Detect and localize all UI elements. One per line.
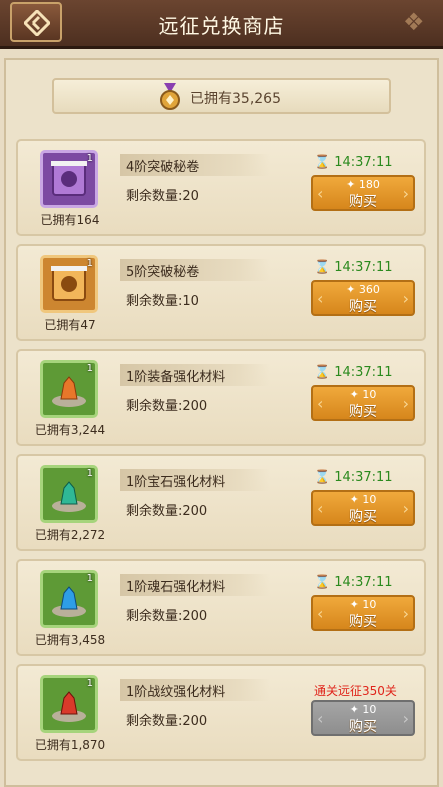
item-name: 4阶突破秘卷 xyxy=(126,160,200,175)
unlock-requirement: 通关远征350关 xyxy=(314,684,397,698)
buy-label: 购买 xyxy=(349,719,377,735)
hourglass-icon: ⌛ xyxy=(314,260,331,275)
item-remaining: 剩余数量:200 xyxy=(126,714,208,729)
item-icon-slot[interactable]: 1 xyxy=(40,360,98,418)
purple-scroll-icon xyxy=(51,161,87,196)
buy-button[interactable]: ‹ › ✦ 10 购买 xyxy=(311,595,415,631)
hourglass-icon: ⌛ xyxy=(314,470,331,485)
buy-label: 购买 xyxy=(349,614,377,630)
buy-label: 购买 xyxy=(349,194,377,210)
item-icon-slot[interactable]: 1 xyxy=(40,150,98,208)
medal-icon: ✦ xyxy=(349,388,359,401)
item-icon-slot[interactable]: 1 xyxy=(40,675,98,733)
hourglass-icon: ⌛ xyxy=(314,575,331,590)
item-quantity: 1 xyxy=(86,363,93,374)
item-name: 1阶装备强化材料 xyxy=(126,370,226,385)
price-value: 10 xyxy=(362,703,377,716)
medal-icon: ✦ xyxy=(346,178,356,191)
item-owned-count: 已拥有47 xyxy=(44,318,96,332)
item-icon-slot[interactable]: 1 xyxy=(40,465,98,523)
price: ✦ 10 xyxy=(313,388,413,401)
item-remaining: 剩余数量:10 xyxy=(126,294,199,309)
price: ✦ 10 xyxy=(313,703,413,716)
price-value: 10 xyxy=(362,388,377,401)
item-owned-count: 已拥有2,272 xyxy=(34,528,106,542)
item-owned-count: 已拥有3,244 xyxy=(34,423,106,437)
price: ✦ 10 xyxy=(313,493,413,506)
item-remaining: 剩余数量:200 xyxy=(126,504,208,519)
corner-ornament-icon: ❖ xyxy=(403,8,425,36)
item-quantity: 1 xyxy=(86,258,93,269)
buy-label: 购买 xyxy=(349,404,377,420)
hourglass-icon: ⌛ xyxy=(314,365,331,380)
item-owned-count: 已拥有164 xyxy=(40,213,100,227)
timer-value: 14:37:11 xyxy=(334,155,393,170)
medal-icon: ✦ xyxy=(346,283,356,296)
header-bar: 远征兑换商店 ❖ xyxy=(0,0,443,49)
price-value: 10 xyxy=(362,598,377,611)
shop-item-card: 1 已拥有1,870 1阶战纹强化材料 剩余数量:200 通关远征350关 ‹ … xyxy=(16,664,426,761)
price-value: 360 xyxy=(358,283,380,296)
timer-value: 14:37:11 xyxy=(334,260,393,275)
refresh-timer: ⌛ 14:37:11 xyxy=(314,155,393,170)
buy-button[interactable]: ‹ › ✦ 10 购买 xyxy=(311,385,415,421)
orange-scroll-icon xyxy=(51,266,87,301)
timer-value: 14:37:11 xyxy=(334,470,393,485)
refresh-timer: ⌛ 14:37:11 xyxy=(314,260,393,275)
medal-icon: ✦ xyxy=(349,598,359,611)
buy-button[interactable]: ‹ › ✦ 10 购买 xyxy=(311,490,415,526)
item-name: 1阶魂石强化材料 xyxy=(126,580,226,595)
buy-button-disabled[interactable]: ‹ › ✦ 10 购买 xyxy=(311,700,415,736)
item-quantity: 1 xyxy=(86,153,93,164)
shop-item-card: 1 已拥有3,458 1阶魂石强化材料 剩余数量:200 ⌛ 14:37:11 ‹… xyxy=(16,559,426,656)
item-name: 1阶宝石强化材料 xyxy=(126,475,226,490)
price: ✦ 360 xyxy=(313,283,413,296)
refresh-timer: ⌛ 14:37:11 xyxy=(314,365,393,380)
item-quantity: 1 xyxy=(86,468,93,479)
owned-currency-bar: 已拥有35,265 xyxy=(52,78,391,114)
refresh-timer: ⌛ 14:37:11 xyxy=(314,575,393,590)
shop-item-card: 1 已拥有164 4阶突破秘卷 剩余数量:20 ⌛ 14:37:11 ‹ › ✦ … xyxy=(16,139,426,236)
owned-currency-text: 已拥有35,265 xyxy=(190,91,281,107)
item-quantity: 1 xyxy=(86,573,93,584)
item-name: 1阶战纹强化材料 xyxy=(126,685,226,700)
item-name: 5阶突破秘卷 xyxy=(126,265,200,280)
hourglass-icon: ⌛ xyxy=(314,155,331,170)
item-remaining: 剩余数量:200 xyxy=(126,399,208,414)
item-quantity: 1 xyxy=(86,678,93,689)
shop-item-card: 1 已拥有47 5阶突破秘卷 剩余数量:10 ⌛ 14:37:11 ‹ › ✦ 3… xyxy=(16,244,426,341)
orange-crystal-icon xyxy=(52,376,86,407)
shop-item-card: 1 已拥有2,272 1阶宝石强化材料 剩余数量:200 ⌛ 14:37:11 ‹… xyxy=(16,454,426,551)
price-value: 180 xyxy=(358,178,380,191)
refresh-timer: ⌛ 14:37:11 xyxy=(314,470,393,485)
buy-button[interactable]: ‹ › ✦ 360 购买 xyxy=(311,280,415,316)
page-title: 远征兑换商店 xyxy=(158,14,285,38)
item-icon-slot[interactable]: 1 xyxy=(40,570,98,628)
shop-item-card: 1 已拥有3,244 1阶装备强化材料 剩余数量:200 ⌛ 14:37:11 ‹… xyxy=(16,349,426,446)
item-remaining: 剩余数量:20 xyxy=(126,189,199,204)
medal-icon: ✦ xyxy=(349,493,359,506)
price: ✦ 10 xyxy=(313,598,413,611)
red-crystal-icon xyxy=(52,691,86,722)
buy-label: 购买 xyxy=(349,509,377,525)
medal-icon: ✦ xyxy=(349,703,359,716)
blue-crystal-icon xyxy=(52,586,86,617)
expedition-medal-icon xyxy=(160,83,180,110)
item-owned-count: 已拥有3,458 xyxy=(34,633,106,647)
item-owned-count: 已拥有1,870 xyxy=(34,738,106,752)
timer-value: 14:37:11 xyxy=(334,575,393,590)
timer-value: 14:37:11 xyxy=(334,365,393,380)
buy-button[interactable]: ‹ › ✦ 180 购买 xyxy=(311,175,415,211)
buy-label: 购买 xyxy=(349,299,377,315)
item-remaining: 剩余数量:200 xyxy=(126,609,208,624)
price: ✦ 180 xyxy=(313,178,413,191)
item-icon-slot[interactable]: 1 xyxy=(40,255,98,313)
price-value: 10 xyxy=(362,493,377,506)
teal-crystal-icon xyxy=(52,481,86,512)
